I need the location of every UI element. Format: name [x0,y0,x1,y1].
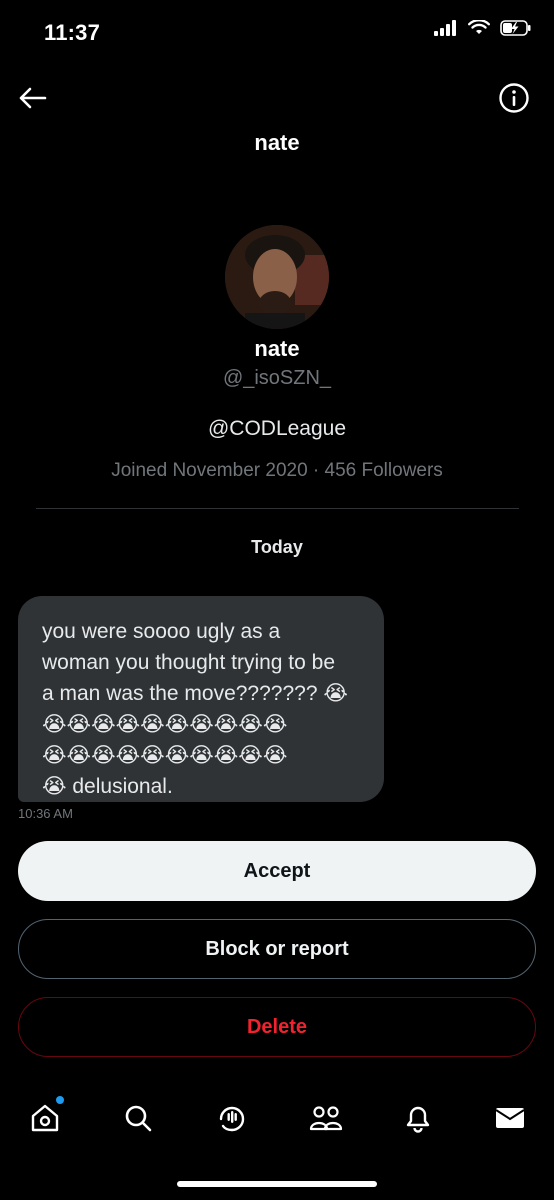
message-line: 😭 delusional. [42,775,173,798]
accept-button[interactable]: Accept [18,841,536,901]
info-icon [498,82,530,119]
nav-communities[interactable] [306,1100,346,1140]
divider [36,508,519,509]
message-bubble[interactable]: you were soooo ugly as a woman you thoug… [18,596,384,802]
delete-button[interactable]: Delete [18,997,536,1057]
bottom-nav [0,1090,554,1150]
cellular-signal-icon [434,20,458,41]
status-time: 11:37 [44,20,101,45]
notifications-icon [402,1102,434,1139]
status-bar: 11:37 [0,0,554,64]
search-icon [122,1102,154,1139]
battery-charging-icon [500,20,532,41]
communities-icon [308,1102,344,1139]
home-indicator[interactable] [177,1181,377,1187]
message-line: woman you thought trying to be [42,651,336,674]
nav-messages[interactable] [490,1100,530,1140]
message-line: 😭😭😭😭😭😭😭😭😭😭 [42,744,288,767]
messages-icon [494,1102,526,1139]
nav-notifications[interactable] [398,1100,438,1140]
block-or-report-button[interactable]: Block or report [18,919,536,979]
arrow-left-icon [17,86,47,115]
message-timestamp: 10:36 AM [18,806,73,820]
nav-spaces[interactable] [212,1100,252,1140]
nav-home[interactable] [25,1100,65,1140]
home-icon [29,1102,61,1139]
message-line: 😭😭😭😭😭😭😭😭😭😭 [42,713,288,736]
back-button[interactable] [12,80,52,120]
conversation-title: nate [254,130,300,155]
status-icons [434,19,532,41]
wifi-icon [468,19,490,41]
nav-search[interactable] [118,1100,158,1140]
top-bar [0,70,554,126]
message-line: a man was the move??????? 😭 [42,682,348,705]
date-separator: Today [251,537,303,557]
info-button[interactable] [496,82,532,118]
profile-name: nate [254,336,300,361]
home-notification-dot [56,1096,64,1104]
avatar[interactable] [225,225,329,329]
message-line: you were soooo ugly as a [42,620,281,643]
profile-meta: Joined November 2020 · 456 Followers [111,460,443,481]
spaces-icon [216,1102,248,1139]
profile-bio-mention[interactable]: @CODLeague [0,417,554,441]
profile-handle[interactable]: @_isoSZN_ [0,367,554,390]
